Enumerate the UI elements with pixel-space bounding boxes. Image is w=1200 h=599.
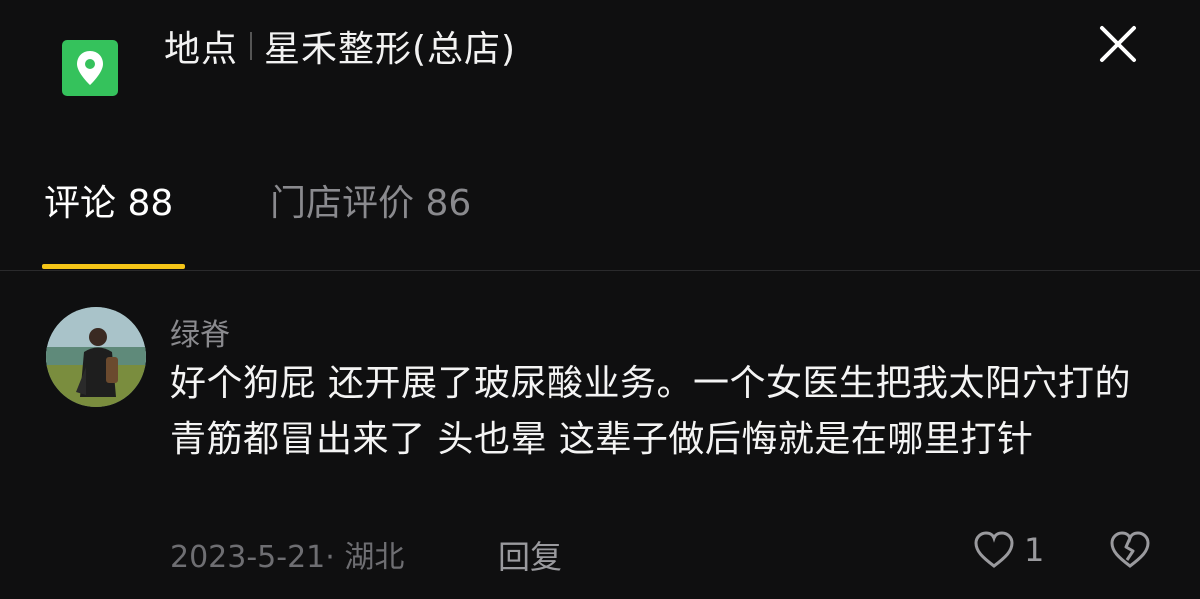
- title-divider: [250, 32, 253, 60]
- comments-panel: 地点 星禾整形(总店) 评论 88 门店评价 86 绿脊 好个狗屁 还开展了玻尿…: [0, 0, 1200, 599]
- comment-text: 好个狗屁 还开展了玻尿酸业务。一个女医生把我太阳穴打的青筋都冒出来了 头也晕 这…: [170, 363, 1131, 460]
- place-name[interactable]: 星禾整形(总店): [264, 20, 516, 72]
- panel-header: 地点 星禾整形(总店): [0, 0, 1200, 130]
- header-title[interactable]: 地点 星禾整形(总店): [164, 22, 516, 70]
- broken-heart-icon: [1110, 531, 1150, 568]
- dislike-button[interactable]: [1108, 530, 1152, 574]
- tab-comments[interactable]: 评论 88: [44, 174, 173, 226]
- comment-item: 绿脊 好个狗屁 还开展了玻尿酸业务。一个女医生把我太阳穴打的青筋都冒出来了 头也…: [0, 290, 1200, 599]
- like-count: 1: [1024, 531, 1045, 569]
- tab-store-reviews[interactable]: 门店评价 86: [270, 174, 471, 226]
- close-icon: [1100, 26, 1136, 62]
- tab-bar: 评论 88 门店评价 86: [0, 160, 1200, 271]
- location-pin-icon: [62, 40, 118, 96]
- active-tab-indicator: [42, 264, 185, 269]
- heart-icon: [974, 531, 1014, 568]
- reply-button[interactable]: 回复: [498, 532, 562, 578]
- location-label: 地点: [164, 29, 239, 70]
- avatar[interactable]: [46, 307, 146, 407]
- comment-username[interactable]: 绿脊: [170, 310, 230, 354]
- like-button[interactable]: 1: [972, 530, 1044, 570]
- comment-meta: 2023-5-21· 湖北: [170, 540, 405, 575]
- close-button[interactable]: [1096, 22, 1140, 66]
